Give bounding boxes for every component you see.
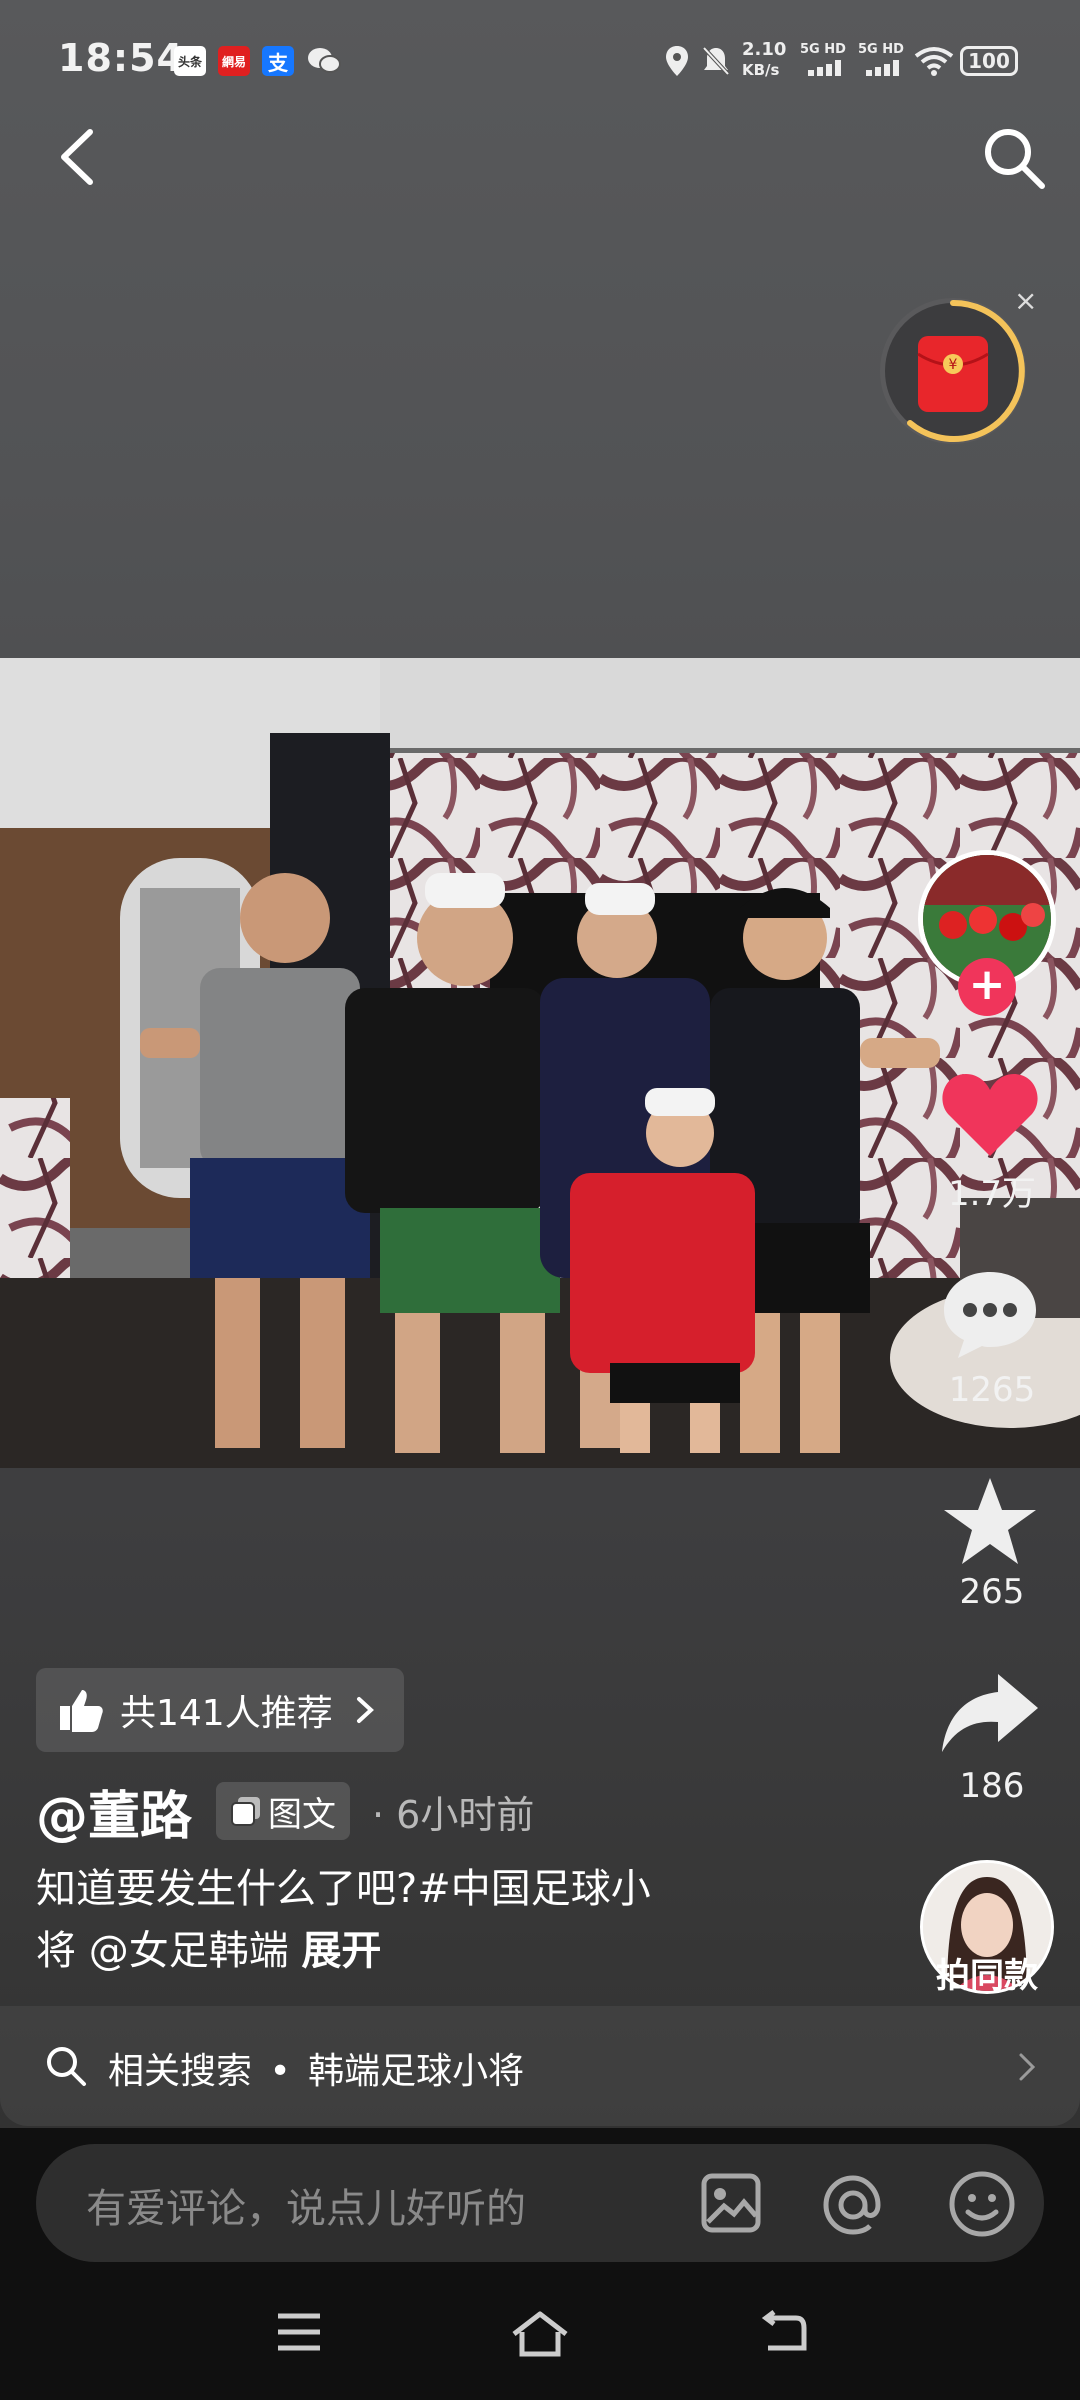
chevron-right-icon (1019, 2053, 1036, 2081)
post-type-badge: 图文 (216, 1782, 351, 1840)
back-button[interactable] (50, 122, 110, 192)
search-icon (47, 2047, 86, 2086)
red-packet-icon: ¥ (917, 336, 989, 412)
svg-text:¥: ¥ (949, 357, 958, 373)
follow-button[interactable]: + (958, 958, 1016, 1016)
expand-link[interactable]: 展开 (301, 1928, 381, 1974)
wifi-icon (914, 47, 954, 76)
home-nav-icon[interactable] (510, 2310, 570, 2360)
caption-line-2: 将 @女足韩端 (36, 1928, 302, 1974)
comment-count: 1265 (948, 1370, 1036, 1410)
post-caption: 知道要发生什么了吧?#中国足球小 将 @女足韩端 展开 (36, 1858, 756, 1982)
alipay-app-icon: 支 (262, 46, 294, 76)
author-row: @董路 图文 · 6小时前 (36, 1778, 535, 1847)
like-count: 1.7万 (947, 1174, 1037, 1214)
back-nav-icon[interactable] (756, 2310, 808, 2358)
signal-icon (866, 60, 899, 76)
mute-icon (702, 46, 730, 76)
share-count: 186 (959, 1766, 1025, 1806)
sim2-label: 5G HD (858, 42, 904, 57)
same-style-label[interactable]: 拍同款 (920, 1948, 1054, 1997)
wechat-icon (308, 48, 341, 73)
sim1-label: 5G HD (800, 42, 846, 57)
net-speed: 2.10 KB/s (742, 39, 787, 80)
group-photo-image (0, 658, 1080, 1468)
status-time: 18:54 (58, 36, 184, 80)
comment-button[interactable] (940, 1268, 1040, 1360)
image-picker-icon[interactable] (700, 2172, 762, 2234)
recommend-pill[interactable]: 共141人推荐 (36, 1668, 404, 1752)
favorite-count: 265 (959, 1572, 1025, 1612)
favorite-button[interactable] (940, 1474, 1040, 1568)
signal-icon (808, 60, 841, 76)
emoji-icon[interactable] (948, 2170, 1016, 2238)
comment-placeholder: 有爱评论，说点儿好听的 (86, 2186, 526, 2232)
mention-icon[interactable] (820, 2172, 886, 2238)
like-button[interactable] (940, 1068, 1040, 1158)
chevron-right-icon (356, 1697, 374, 1723)
battery-indicator: 100 (960, 46, 1018, 76)
red-packet-close-icon[interactable]: × (1014, 284, 1037, 317)
caption-line-1: 知道要发生什么了吧?#中国足球小 (36, 1866, 651, 1912)
post-photo[interactable] (0, 658, 1080, 1468)
related-search-text[interactable]: 相关搜索 • 韩端足球小将 (108, 2042, 524, 2094)
search-button[interactable] (978, 122, 1050, 194)
image-text-icon (231, 1797, 261, 1826)
thumbs-up-icon (60, 1690, 103, 1732)
post-time: · 6小时前 (372, 1792, 535, 1837)
netease-app-icon: 網易 (218, 46, 250, 76)
share-button[interactable] (940, 1672, 1040, 1754)
author-name[interactable]: @董路 (36, 1774, 192, 1849)
menu-nav-icon[interactable] (274, 2310, 324, 2354)
recommend-label: 共141人推荐 (120, 1693, 333, 1734)
status-bar: 18:54 头条 網易 支 2.10 KB/s 5G HD 5G HD 100 (0, 0, 1080, 120)
toutiao-app-icon: 头条 (174, 46, 206, 76)
location-icon (666, 46, 688, 76)
